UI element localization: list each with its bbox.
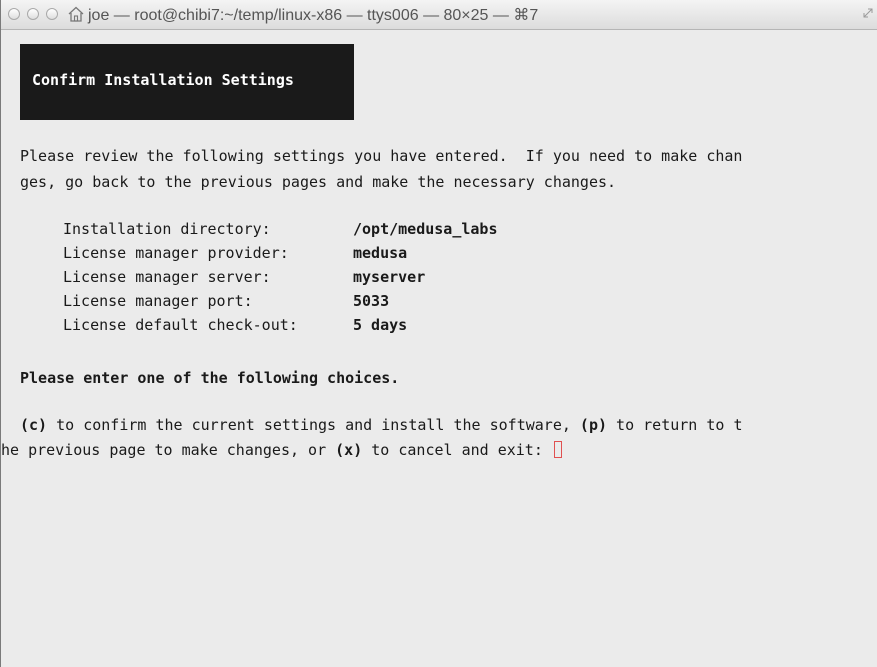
home-icon — [67, 5, 85, 23]
setting-value-provider: medusa — [353, 244, 408, 262]
setting-label-server: License manager server: — [63, 268, 271, 286]
prompt-text-2: to return to t — [607, 416, 743, 434]
option-c: (c) — [20, 416, 48, 434]
intro-line-1: Please review the following settings you… — [20, 147, 743, 165]
terminal-window: joe — root@chibi7:~/temp/linux-x86 — tty… — [0, 0, 877, 667]
setting-label-port: License manager port: — [63, 292, 253, 310]
setting-label-provider: License manager provider: — [63, 244, 289, 262]
settings-header: Confirm Installation Settings — [20, 44, 354, 120]
option-p: (p) — [579, 416, 608, 434]
minimize-button[interactable] — [27, 8, 39, 20]
setting-value-server: myserver — [353, 268, 426, 286]
terminal-content[interactable]: Confirm Installation Settings Please rev… — [1, 30, 877, 667]
prompt-text-3: he previous page to make changes, or — [1, 441, 336, 459]
setting-value-checkout: 5 days — [353, 316, 408, 334]
intro-line-2: ges, go back to the previous pages and m… — [20, 173, 617, 191]
choices-heading: Please enter one of the following choice… — [20, 369, 400, 387]
prompt-line-1: (c) to confirm the current settings and … — [20, 415, 742, 435]
fullscreen-icon[interactable] — [861, 6, 875, 20]
close-button[interactable] — [8, 8, 20, 20]
setting-label-install-dir: Installation directory: — [63, 220, 271, 238]
window-title: joe — root@chibi7:~/temp/linux-x86 — tty… — [88, 7, 539, 24]
prompt-text-4: to cancel and exit: — [362, 441, 552, 459]
prompt-text-1: to confirm the current settings and inst… — [47, 416, 580, 434]
zoom-button[interactable] — [46, 8, 58, 20]
option-x: (x) — [335, 441, 363, 459]
prompt-line-2: he previous page to make changes, or (x)… — [1, 440, 562, 460]
header-title: Confirm Installation Settings — [32, 71, 294, 89]
text-cursor[interactable] — [553, 441, 562, 458]
setting-value-port: 5033 — [353, 292, 390, 310]
setting-label-checkout: License default check-out: — [63, 316, 298, 334]
setting-value-install-dir: /opt/medusa_labs — [353, 220, 498, 238]
title-bar[interactable]: joe — root@chibi7:~/temp/linux-x86 — tty… — [1, 0, 877, 30]
